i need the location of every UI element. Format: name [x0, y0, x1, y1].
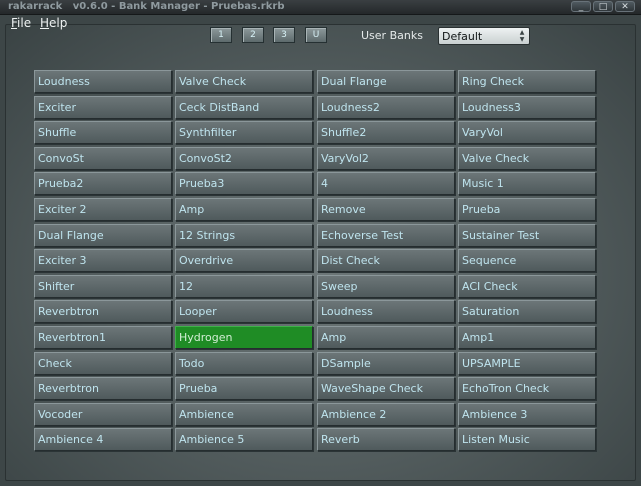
- preset-slot[interactable]: Loudness2: [317, 96, 455, 119]
- preset-slot[interactable]: Sustainer Test: [458, 224, 596, 247]
- preset-slot[interactable]: Valve Check: [458, 147, 596, 170]
- preset-slot[interactable]: Exciter 3: [34, 249, 172, 272]
- menu-file[interactable]: File: [11, 15, 31, 31]
- bank-manager-window: rakarrack v0.6.0 - Bank Manager - Prueba…: [0, 0, 641, 486]
- preset-slot[interactable]: Hydrogen: [175, 326, 313, 349]
- preset-slot[interactable]: Reverbtron: [34, 300, 172, 323]
- preset-slot[interactable]: Amp1: [458, 326, 596, 349]
- preset-slot[interactable]: Vocoder: [34, 403, 172, 426]
- bank-button-3[interactable]: 3: [273, 27, 295, 43]
- preset-slot[interactable]: Sequence: [458, 249, 596, 272]
- preset-slot[interactable]: Exciter: [34, 96, 172, 119]
- preset-slot[interactable]: Shifter: [34, 275, 172, 298]
- preset-slot[interactable]: Ambience 5: [175, 428, 313, 451]
- preset-slot[interactable]: Shuffle2: [317, 121, 455, 144]
- preset-slot[interactable]: Reverbtron: [34, 377, 172, 400]
- preset-slot[interactable]: Sweep: [317, 275, 455, 298]
- preset-slot[interactable]: Prueba: [458, 198, 596, 221]
- updown-arrows-icon: ▲ ▼: [519, 29, 525, 43]
- preset-slot[interactable]: Dual Flange: [317, 70, 455, 93]
- minimize-button[interactable]: _: [571, 1, 591, 12]
- preset-slot[interactable]: Echoverse Test: [317, 224, 455, 247]
- preset-slot[interactable]: WaveShape Check: [317, 377, 455, 400]
- preset-slot[interactable]: Loudness: [317, 300, 455, 323]
- bank-button-1[interactable]: 1: [210, 27, 232, 43]
- preset-slot[interactable]: Reverbtron1: [34, 326, 172, 349]
- preset-slot[interactable]: ConvoSt: [34, 147, 172, 170]
- window-title: rakarrack v0.6.0 - Bank Manager - Prueba…: [8, 1, 285, 12]
- preset-slot[interactable]: Loudness: [34, 70, 172, 93]
- preset-slot[interactable]: Check: [34, 352, 172, 375]
- preset-slot[interactable]: UPSAMPLE: [458, 352, 596, 375]
- preset-slot[interactable]: Ambience 4: [34, 428, 172, 451]
- preset-slot[interactable]: EchoTron Check: [458, 377, 596, 400]
- preset-slot[interactable]: 4: [317, 172, 455, 195]
- maximize-button[interactable]: □: [593, 1, 613, 12]
- preset-slot[interactable]: 12: [175, 275, 313, 298]
- preset-slot[interactable]: DSample: [317, 352, 455, 375]
- preset-slot[interactable]: Listen Music: [458, 428, 596, 451]
- menu-help[interactable]: Help: [40, 15, 67, 31]
- preset-slot[interactable]: Music 1: [458, 172, 596, 195]
- preset-slot[interactable]: Ceck DistBand: [175, 96, 313, 119]
- preset-slot[interactable]: Prueba3: [175, 172, 313, 195]
- preset-slot[interactable]: Saturation: [458, 300, 596, 323]
- preset-slot[interactable]: Todo: [175, 352, 313, 375]
- preset-slot[interactable]: VaryVol2: [317, 147, 455, 170]
- preset-slot[interactable]: Ambience 2: [317, 403, 455, 426]
- preset-slot[interactable]: ConvoSt2: [175, 147, 313, 170]
- bank-button-user[interactable]: U: [305, 27, 327, 43]
- title-bar[interactable]: rakarrack v0.6.0 - Bank Manager - Prueba…: [0, 0, 641, 15]
- preset-slot[interactable]: Valve Check: [175, 70, 313, 93]
- preset-slot[interactable]: Shuffle: [34, 121, 172, 144]
- preset-slot[interactable]: ACI Check: [458, 275, 596, 298]
- preset-slot[interactable]: Reverb: [317, 428, 455, 451]
- user-banks-select[interactable]: Default ▲ ▼: [438, 27, 530, 45]
- bank-button-2[interactable]: 2: [242, 27, 264, 43]
- preset-slot[interactable]: Prueba: [175, 377, 313, 400]
- preset-slot[interactable]: Looper: [175, 300, 313, 323]
- preset-slot[interactable]: Amp: [317, 326, 455, 349]
- preset-slot[interactable]: Amp: [175, 198, 313, 221]
- preset-slot[interactable]: Prueba2: [34, 172, 172, 195]
- preset-slot[interactable]: Exciter 2: [34, 198, 172, 221]
- preset-slot[interactable]: Dist Check: [317, 249, 455, 272]
- close-button[interactable]: ✕: [615, 1, 635, 12]
- user-banks-value: Default: [442, 30, 483, 43]
- preset-slot[interactable]: Ambience: [175, 403, 313, 426]
- preset-slot[interactable]: Loudness3: [458, 96, 596, 119]
- preset-slot[interactable]: VaryVol: [458, 121, 596, 144]
- preset-slot[interactable]: Overdrive: [175, 249, 313, 272]
- preset-slot[interactable]: Synthfilter: [175, 121, 313, 144]
- preset-slot[interactable]: 12 Strings: [175, 224, 313, 247]
- preset-slot[interactable]: Dual Flange: [34, 224, 172, 247]
- preset-slot[interactable]: Ring Check: [458, 70, 596, 93]
- preset-slot[interactable]: Remove: [317, 198, 455, 221]
- preset-slot[interactable]: Ambience 3: [458, 403, 596, 426]
- user-banks-label: User Banks: [361, 29, 423, 42]
